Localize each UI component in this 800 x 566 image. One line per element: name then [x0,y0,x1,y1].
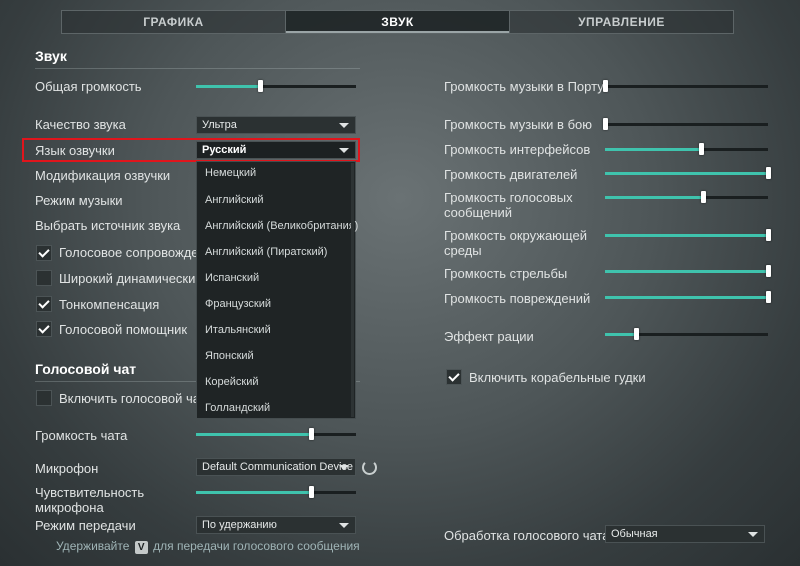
checkbox-ship-horns[interactable] [446,369,462,385]
chat-volume-label: Громкость чата [35,428,128,443]
checkbox-label: Голосовой помощник [59,322,188,337]
push-to-talk-hint: Удерживайте V для передачи голосового со… [56,539,360,554]
transmit-mode-value: По удержанию [202,519,277,531]
ship-horns-label: Включить корабельные гудки [469,370,646,385]
hint-prefix: Удерживайте [56,539,130,553]
port-music-slider[interactable] [603,80,768,92]
master-volume-label: Общая громкость [35,79,142,94]
chevron-down-icon [339,123,349,128]
sound-quality-dropdown[interactable]: Ультра [196,116,356,134]
battle-music-slider[interactable] [603,118,768,130]
language-option[interactable]: Английский (Великобритания) [205,220,358,232]
gunfire-volume-label: Громкость стрельбы [444,266,568,281]
language-option[interactable]: Английский [205,194,264,206]
hint-suffix: для передачи голосового сообщения [153,539,360,553]
language-option[interactable]: Испанский [205,272,259,284]
slider-knob[interactable] [766,167,771,179]
language-option[interactable]: Голландский [205,402,270,414]
tab-graphics[interactable]: ГРАФИКА [62,11,286,33]
mic-sensitivity-slider[interactable] [196,486,356,498]
language-option[interactable]: Французский [205,298,271,310]
chevron-down-icon [748,532,758,537]
slider-knob[interactable] [699,143,705,155]
transmit-mode-label: Режим передачи [35,518,136,533]
highlight-box [22,138,360,162]
language-option[interactable]: Немецкий [205,167,256,179]
sound-quality-label: Качество звука [35,117,126,132]
checkbox-enable-voice-chat[interactable] [36,390,52,406]
tab-controls[interactable]: УПРАВЛЕНИЕ [510,11,733,33]
checkbox-voice-assistant[interactable] [36,321,52,337]
checkbox-voice-accompaniment[interactable] [36,245,52,261]
sound-source-label: Выбрать источник звука [35,218,181,233]
engine-volume-label: Громкость двигателей [444,167,578,182]
language-option[interactable]: Корейский [205,376,259,388]
checkbox-label: Тонкомпенсация [59,297,160,312]
slider-knob[interactable] [766,229,771,241]
slider-knob[interactable] [700,191,706,203]
settings-tabs: ГРАФИКА ЗВУК УПРАВЛЕНИЕ [61,10,734,34]
scrollbar[interactable] [351,163,354,417]
slider-knob[interactable] [603,80,608,92]
voice-messages-volume-label: Громкость голосовых сообщений [444,190,573,220]
voice-processing-label: Обработка голосового чата [444,528,610,543]
master-volume-slider[interactable] [196,80,356,92]
chat-volume-slider[interactable] [196,428,356,440]
ambient-volume-slider[interactable] [605,229,771,241]
slider-knob[interactable] [633,328,639,340]
mic-sensitivity-label: Чувствительность микрофона [35,485,145,515]
slider-knob[interactable] [766,291,771,303]
port-music-label: Громкость музыки в Порту [444,79,604,94]
chevron-down-icon [339,465,349,470]
voice-processing-dropdown[interactable]: Обычная [605,525,765,543]
divider [35,68,360,69]
damage-volume-label: Громкость повреждений [444,291,591,306]
interface-volume-slider[interactable] [605,143,768,155]
enable-voice-chat-label: Включить голосовой чат [59,391,206,406]
voice-mod-label: Модификация озвучки [35,168,171,183]
voice-processing-value: Обычная [611,528,658,540]
checkbox-label: Широкий динамический д [59,271,214,286]
microphone-dropdown[interactable]: Default Communication Device [196,458,356,476]
battle-music-label: Громкость музыки в бою [444,117,593,132]
microphone-value: Default Communication Device [202,461,354,473]
section-title-sound: Звук [35,48,67,64]
slider-knob[interactable] [309,486,315,498]
language-option[interactable]: Итальянский [205,324,271,336]
slider-knob[interactable] [258,80,263,92]
slider-knob[interactable] [309,428,315,440]
refresh-icon[interactable] [362,460,377,475]
transmit-mode-dropdown[interactable]: По удержанию [196,516,356,534]
damage-volume-slider[interactable] [605,291,771,303]
key-badge: V [134,541,148,554]
slider-knob[interactable] [766,265,771,277]
interface-volume-label: Громкость интерфейсов [444,142,591,157]
language-option[interactable]: Японский [205,350,254,362]
section-title-voice-chat: Голосовой чат [35,361,137,377]
slider-knob[interactable] [603,118,608,130]
ambient-volume-label: Громкость окружающей среды [444,228,587,258]
chevron-down-icon [339,523,349,528]
radio-effect-slider[interactable] [605,328,768,340]
voice-language-list: Немецкий Английский Английский (Великобр… [196,161,358,419]
gunfire-volume-slider[interactable] [605,265,771,277]
microphone-label: Микрофон [35,461,99,476]
voice-messages-volume-slider[interactable] [605,191,768,203]
sound-quality-value: Ультра [202,119,237,131]
tab-sound[interactable]: ЗВУК [286,11,510,33]
music-mode-label: Режим музыки [35,193,123,208]
language-option[interactable]: Английский (Пиратский) [205,246,327,258]
checkbox-loudness[interactable] [36,296,52,312]
engine-volume-slider[interactable] [605,167,771,179]
checkbox-wide-dynamic[interactable] [36,270,52,286]
radio-effect-label: Эффект рации [444,329,534,344]
